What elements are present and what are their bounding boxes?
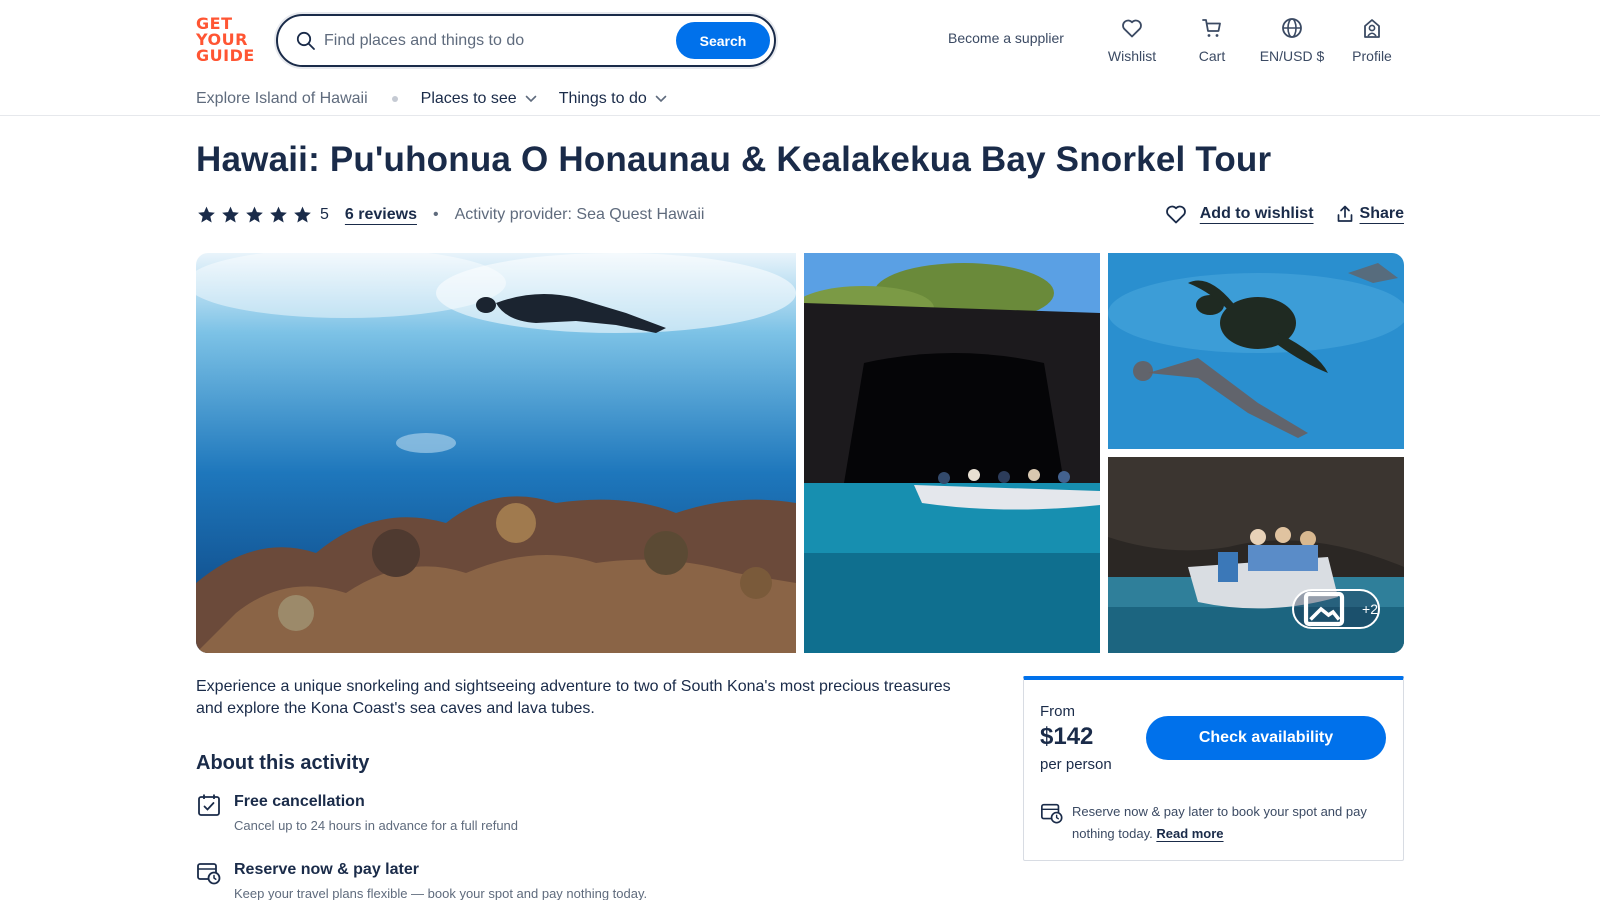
things-to-do-dropdown[interactable]: Things to do	[559, 90, 667, 108]
feature-description: Cancel up to 24 hours in advance for a f…	[234, 818, 519, 833]
activity-intro: Experience a unique snorkeling and sight…	[196, 678, 951, 717]
feature-free-cancellation: Free cancellation Cancel up to 24 hours …	[196, 793, 518, 833]
chevron-down-icon	[525, 95, 537, 103]
price-from-label: From	[1040, 703, 1075, 720]
reserve-note: Reserve now & pay later to book your spo…	[1040, 801, 1390, 845]
search-icon	[296, 31, 315, 50]
calendar-clock-icon	[1041, 803, 1063, 824]
language-currency-label: EN/USD $	[1259, 48, 1325, 64]
places-to-see-label: Places to see	[420, 90, 517, 107]
things-to-do-label: Things to do	[558, 90, 647, 107]
sub-navigation: Explore Island of Hawaii Places to see T…	[196, 88, 689, 110]
star-icon	[246, 206, 263, 223]
rating-row: 5 6 reviews • Activity provider: Sea Que…	[196, 200, 704, 230]
read-more-link[interactable]: Read more	[1156, 826, 1223, 841]
search-bar: Search	[276, 14, 776, 67]
price-value: $142	[1040, 723, 1094, 750]
star-icon	[270, 206, 287, 223]
photo-snorkeler-reef[interactable]	[196, 253, 796, 653]
more-photos-count: +2	[1362, 601, 1378, 617]
underwater-reef-image	[196, 253, 796, 653]
logo-line-1: GET	[196, 14, 233, 33]
photo-gallery: +2	[196, 253, 1404, 653]
profile-label: Profile	[1352, 48, 1392, 64]
chevron-down-icon	[655, 95, 667, 103]
share-label: Share	[1359, 205, 1404, 222]
become-supplier-link[interactable]: Become a supplier	[948, 30, 1064, 46]
calendar-check-icon	[198, 794, 220, 816]
heart-icon	[1122, 19, 1142, 38]
rating-value: 5	[320, 206, 329, 223]
logo-line-3: GUIDE	[196, 46, 255, 65]
reserve-note-text: Reserve now & pay later to book your spo…	[1072, 801, 1390, 845]
price-per-label: per person	[1040, 756, 1112, 773]
about-activity-heading: About this activity	[196, 752, 370, 774]
cart-icon	[1202, 19, 1221, 37]
feature-title: Reserve now & pay later	[234, 861, 419, 878]
site-header: GET YOUR GUIDE Search Become a supplier …	[0, 0, 1600, 116]
feature-description: Keep your travel plans flexible — book y…	[234, 886, 648, 900]
page-title: Hawaii: Pu'uhonua O Honaunau & Kealakeku…	[196, 140, 1272, 179]
booking-card: From $142 per person Check availability …	[1023, 676, 1404, 861]
share-button[interactable]: Share	[1336, 205, 1404, 223]
places-to-see-dropdown[interactable]: Places to see	[421, 90, 537, 108]
search-button[interactable]: Search	[676, 22, 770, 59]
cart-nav[interactable]: Cart	[1172, 16, 1252, 64]
star-rating	[196, 205, 316, 225]
heart-icon	[1165, 205, 1186, 224]
activity-provider: Activity provider: Sea Quest Hawaii	[454, 206, 705, 223]
star-icon	[294, 206, 311, 223]
wishlist-label: Wishlist	[1107, 48, 1157, 64]
photo-raft-cave[interactable]: +2	[1108, 457, 1404, 653]
feature-title: Free cancellation	[234, 793, 365, 810]
breadcrumb-separator	[391, 96, 398, 102]
reviews-link[interactable]: 6 reviews	[345, 206, 417, 224]
sea-turtle-image	[1108, 253, 1404, 449]
check-availability-button[interactable]: Check availability	[1146, 716, 1386, 760]
globe-icon	[1282, 18, 1302, 38]
search-input[interactable]	[324, 26, 664, 56]
cart-label: Cart	[1198, 48, 1226, 64]
logo-line-2: YOUR	[196, 30, 248, 49]
add-to-wishlist-label: Add to wishlist	[1199, 205, 1314, 222]
profile-icon	[1364, 19, 1380, 38]
breadcrumb-explore[interactable]: Explore Island of Hawaii	[196, 90, 368, 108]
calendar-clock-icon	[197, 863, 221, 885]
star-icon	[198, 206, 215, 223]
photo-turtle-snorkeler[interactable]	[1108, 253, 1404, 449]
share-icon	[1337, 205, 1352, 222]
wishlist-nav[interactable]: Wishlist	[1092, 16, 1172, 64]
profile-nav[interactable]: Profile	[1332, 16, 1412, 64]
language-currency-nav[interactable]: EN/USD $	[1252, 16, 1332, 64]
add-to-wishlist-button[interactable]: Add to wishlist	[1164, 202, 1314, 226]
feature-reserve-pay-later: Reserve now & pay later Keep your travel…	[196, 861, 647, 900]
title-actions: Add to wishlist Share	[1164, 202, 1404, 226]
star-icon	[222, 206, 239, 223]
image-icon	[1303, 591, 1345, 627]
getyourguide-logo[interactable]: GET YOUR GUIDE	[196, 14, 255, 65]
photo-sea-cave-boat[interactable]	[804, 253, 1100, 653]
separator-dot: •	[432, 206, 439, 223]
more-photos-button[interactable]: +2	[1292, 589, 1380, 629]
sea-cave-image	[804, 253, 1100, 653]
